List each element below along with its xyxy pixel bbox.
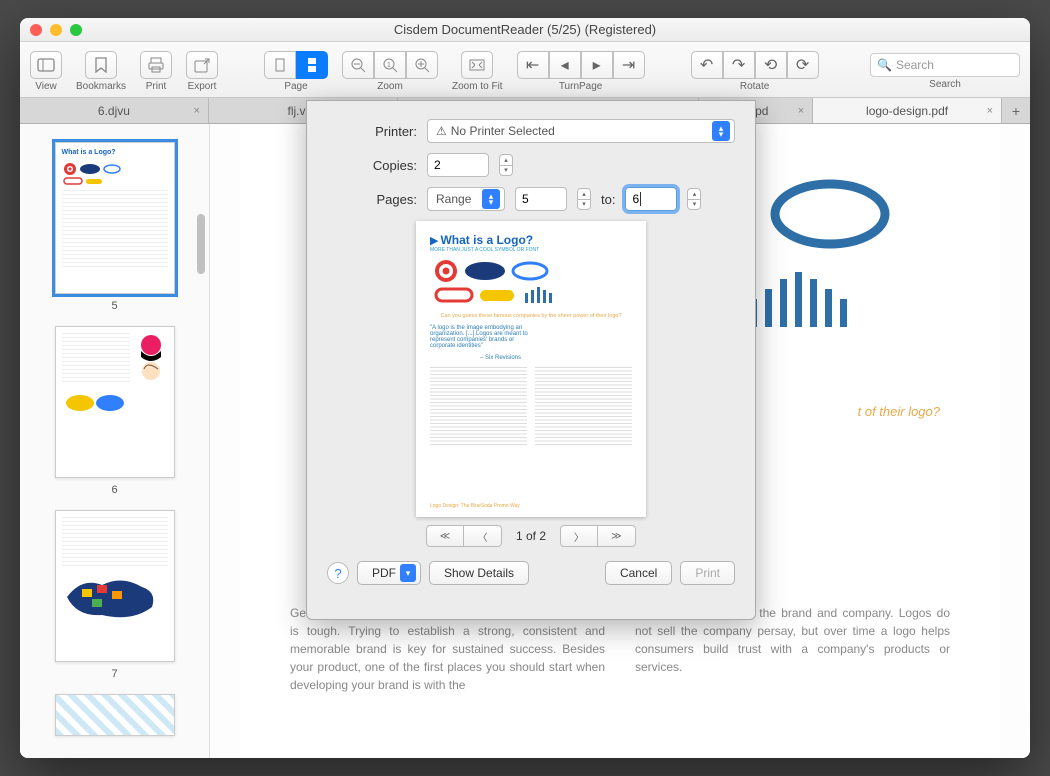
printer-select[interactable]: ⚠ No Printer Selected ▴▾ (427, 119, 735, 143)
titlebar: Cisdem DocumentReader (5/25) (Registered… (20, 18, 1030, 42)
print-dialog: Printer: ⚠ No Printer Selected ▴▾ Copies… (306, 100, 756, 620)
preview-page-nav: ≪ 〈 1 of 2 〉 ≫ (327, 525, 735, 547)
rotate-left-button[interactable]: ↶ (691, 51, 723, 79)
next-page-button[interactable]: ▸ (581, 51, 613, 79)
close-icon[interactable]: × (193, 105, 199, 117)
copies-stepper[interactable]: ▴▾ (499, 154, 513, 176)
pages-mode-select[interactable]: Range ▴▾ (427, 187, 505, 211)
pdf-menu-button[interactable]: PDF ▾ (357, 561, 421, 585)
zoom-in-button[interactable] (406, 51, 438, 79)
preview-next-button[interactable]: 〉 (560, 525, 598, 547)
window-title: Cisdem DocumentReader (5/25) (Registered… (20, 22, 1030, 37)
copies-input[interactable]: 2 (427, 153, 489, 177)
warning-icon: ⚠ (436, 124, 447, 138)
new-tab-button[interactable]: + (1002, 98, 1030, 123)
svg-text:1: 1 (387, 62, 391, 69)
pages-from-input[interactable]: 5 (515, 187, 567, 211)
search-input[interactable]: 🔍 Search (870, 53, 1020, 77)
pages-from-stepper[interactable]: ▴▾ (577, 188, 591, 210)
page-single-button[interactable] (264, 51, 296, 79)
pages-label: Pages: (327, 192, 417, 207)
close-icon[interactable]: × (798, 105, 804, 117)
preview-page-indicator: 1 of 2 (516, 529, 546, 543)
pages-to-input[interactable]: 6 (625, 187, 677, 211)
thumbnail-sidebar: What is a Logo? 5 6 7 (20, 124, 210, 758)
thumbnail-8[interactable] (55, 694, 175, 736)
chevron-updown-icon: ▴▾ (482, 189, 500, 209)
bookmarks-button[interactable] (85, 51, 117, 79)
thumbnail-label: 7 (20, 668, 209, 680)
zoom-to-fit-button[interactable] (461, 51, 493, 79)
prev-page-button[interactable]: ◂ (549, 51, 581, 79)
copies-label: Copies: (327, 158, 417, 173)
rotate-all-right-button[interactable]: ⟳ (787, 51, 819, 79)
export-button[interactable] (186, 51, 218, 79)
cancel-button[interactable]: Cancel (605, 561, 672, 585)
show-details-button[interactable]: Show Details (429, 561, 529, 585)
print-preview: ▶What is a Logo? MORE THAN JUST A COOL S… (416, 221, 646, 517)
first-page-button[interactable]: ⇤ (517, 51, 549, 79)
thumbnail-label: 5 (20, 300, 209, 312)
thumbnail-6[interactable] (55, 326, 175, 478)
app-window: Cisdem DocumentReader (5/25) (Registered… (20, 18, 1030, 758)
scrollbar-thumb[interactable] (197, 214, 205, 274)
search-icon: 🔍 (877, 58, 892, 72)
help-button[interactable]: ? (327, 562, 349, 584)
close-icon[interactable]: × (987, 105, 993, 117)
preview-first-button[interactable]: ≪ (426, 525, 464, 547)
thumbnail-5[interactable]: What is a Logo? (55, 142, 175, 294)
page-continuous-button[interactable] (296, 51, 328, 79)
thumbnail-7[interactable] (55, 510, 175, 662)
thumbnail-label: 6 (20, 484, 209, 496)
chevron-down-icon: ▾ (400, 564, 416, 582)
print-confirm-button[interactable]: Print (680, 561, 735, 585)
rotate-right-button[interactable]: ↷ (723, 51, 755, 79)
pages-to-stepper[interactable]: ▴▾ (687, 188, 701, 210)
pages-to-label: to: (601, 192, 615, 207)
view-button[interactable] (30, 51, 62, 79)
last-page-button[interactable]: ⇥ (613, 51, 645, 79)
zoom-actual-button[interactable]: 1 (374, 51, 406, 79)
printer-label: Printer: (327, 124, 417, 139)
rotate-all-left-button[interactable]: ⟲ (755, 51, 787, 79)
tab-6-djvu[interactable]: 6.djvu× (20, 98, 209, 123)
chevron-updown-icon: ▴▾ (712, 121, 730, 141)
preview-last-button[interactable]: ≫ (598, 525, 636, 547)
print-button[interactable] (140, 51, 172, 79)
page-caption: t of their logo? (858, 404, 940, 419)
toolbar: View Bookmarks Print Export Page 1 (20, 42, 1030, 98)
preview-prev-button[interactable]: 〈 (464, 525, 502, 547)
tab-logo-design[interactable]: logo-design.pdf× (813, 98, 1002, 123)
zoom-out-button[interactable] (342, 51, 374, 79)
